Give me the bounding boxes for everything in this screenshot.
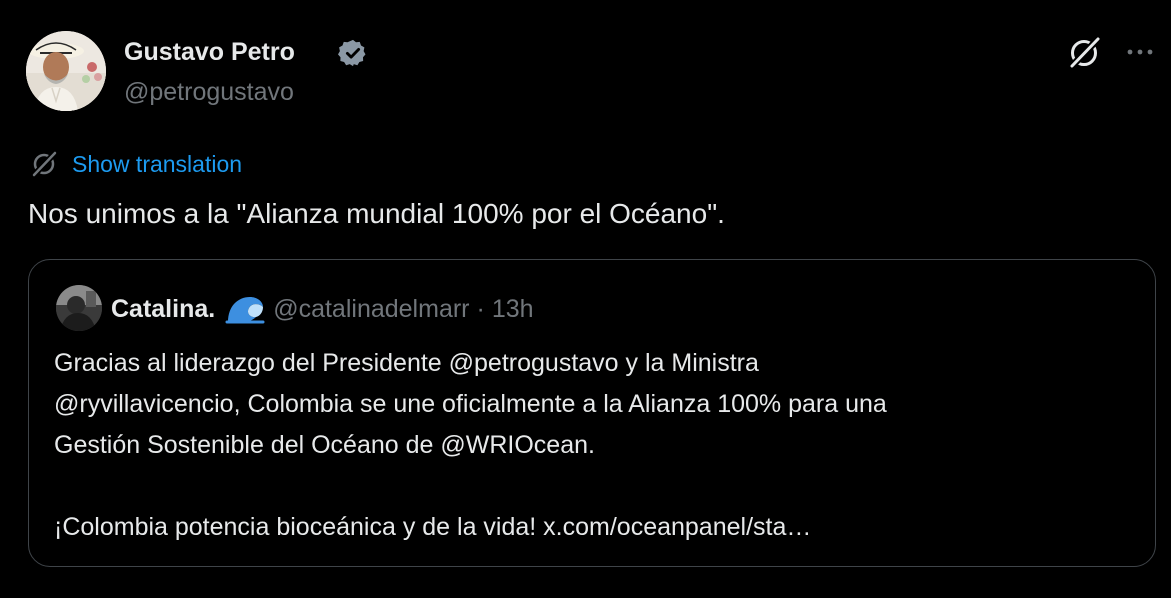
tweet-text: Nos unimos a la "Alianza mundial 100% po… [28, 198, 725, 229]
show-translation-row: Show translation [30, 148, 242, 180]
quoted-tweet-card[interactable]: Catalina. @catalinadelmarr · 13h Gracias… [28, 259, 1156, 567]
quote-line: Gestión Sostenible del Océano de @WRIOce… [54, 431, 595, 459]
quote-body: Gracias al liderazgo del Presidente @pet… [54, 343, 1134, 548]
grok-slash-icon[interactable] [1066, 34, 1104, 72]
quote-header: Catalina. @catalinadelmarr · 13h [111, 292, 534, 326]
wave-emoji-icon [225, 297, 265, 324]
author-display-name[interactable]: Gustavo Petro [124, 36, 295, 68]
more-dots-icon[interactable] [1124, 44, 1156, 60]
avatar-image [26, 31, 106, 111]
quote-author-handle[interactable]: @catalinadelmarr [273, 295, 469, 324]
translate-grok-icon [31, 150, 58, 178]
verified-badge-icon [338, 39, 366, 67]
quote-line: Gracias al liderazgo del Presidente @pet… [54, 349, 759, 377]
quote-paragraph-gap [54, 466, 1134, 507]
quote-author-name[interactable]: Catalina. [111, 295, 215, 324]
quote-closing-line: ¡Colombia potencia bioceánica y de la vi… [54, 513, 812, 541]
quote-avatar-image [56, 285, 102, 331]
author-handle[interactable]: @petrogustavo [124, 76, 294, 108]
quote-separator-dot: · [476, 294, 485, 323]
quote-line: @ryvillavicencio, Colombia se une oficia… [54, 390, 887, 418]
quote-timestamp[interactable]: 13h [492, 295, 534, 324]
quote-author-avatar[interactable] [56, 285, 102, 331]
author-avatar[interactable] [26, 31, 106, 111]
tweet-card: Gustavo Petro @petrogustavo Show transla… [0, 0, 1171, 598]
show-translation-link[interactable]: Show translation [72, 151, 242, 178]
